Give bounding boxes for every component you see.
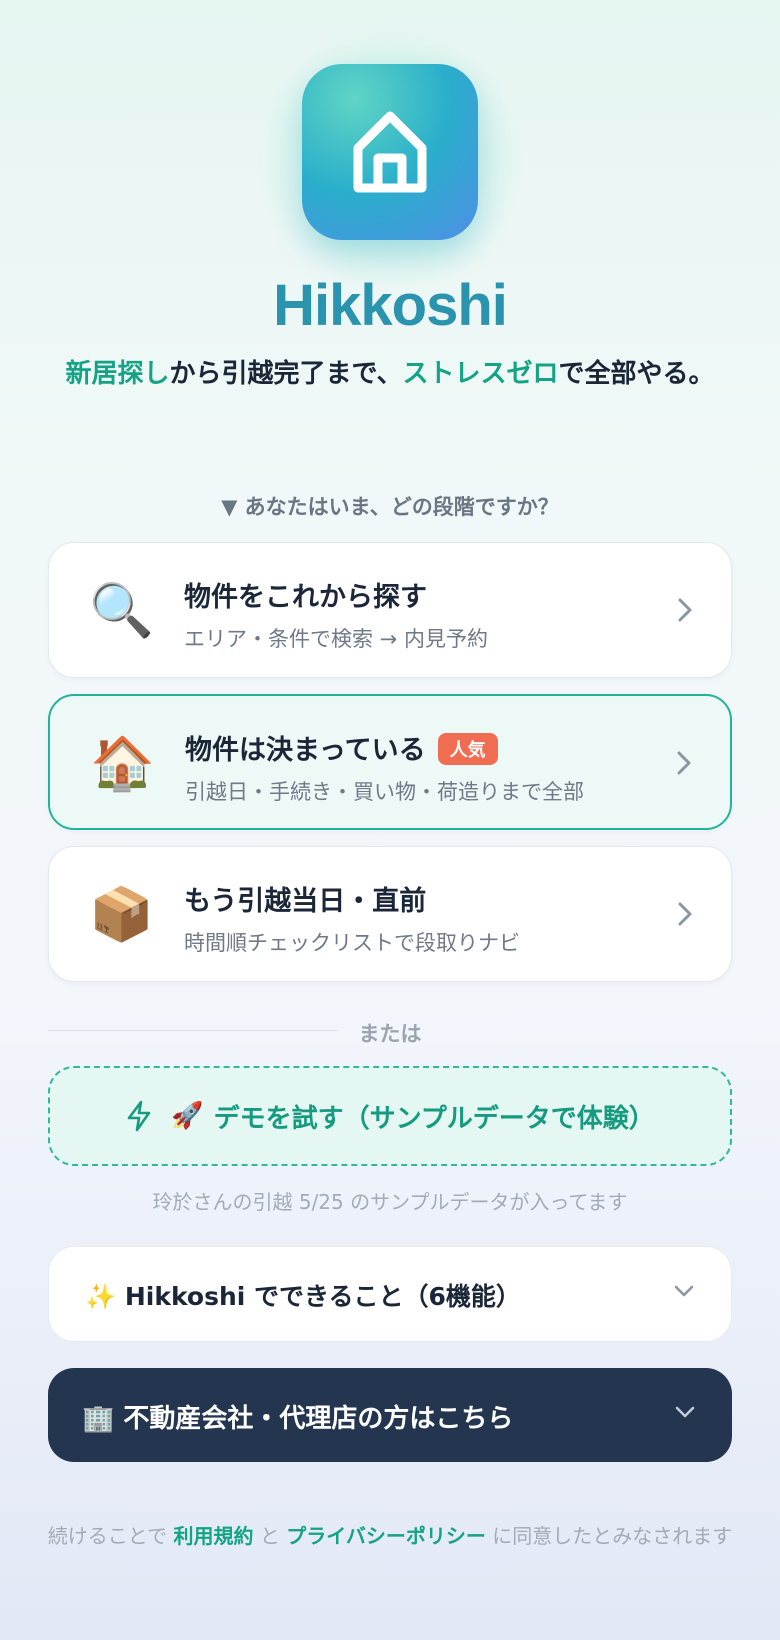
legal-notice: 続けることで 利用規約 と プライバシーポリシー に同意したとみなされます bbox=[47, 1524, 733, 1548]
house-icon: 🏠 bbox=[90, 734, 155, 794]
chevron-down-icon bbox=[674, 1285, 694, 1297]
demo-note: 玲於さんの引越 5/25 のサンプルデータが入ってます bbox=[152, 1190, 628, 1214]
chevron-right-icon bbox=[678, 902, 692, 926]
stage-title: もう引越当日・直前 bbox=[184, 886, 427, 917]
stage-title: 物件をこれから探す bbox=[184, 582, 427, 613]
stage-subtitle: 時間順チェックリストで段取りナビ bbox=[184, 931, 520, 955]
terms-link[interactable]: 利用規約 bbox=[174, 1524, 254, 1548]
agency-accordion[interactable]: 🏢 不動産会社・代理店の方はこちら bbox=[48, 1368, 732, 1462]
stage-card-moving-day[interactable]: 📦 もう引越当日・直前 時間順チェックリストで段取りナビ bbox=[48, 846, 732, 982]
popular-badge: 人気 bbox=[437, 733, 498, 765]
magnifier-icon: 🔍 bbox=[89, 581, 154, 641]
chevron-right-icon bbox=[677, 751, 691, 775]
home-icon bbox=[353, 111, 427, 193]
demo-button[interactable]: 🚀 デモを試す（サンプルデータで体験） bbox=[48, 1066, 732, 1166]
lightning-icon bbox=[125, 1100, 153, 1132]
chevron-right-icon bbox=[678, 598, 692, 622]
privacy-policy-link[interactable]: プライバシーポリシー bbox=[286, 1524, 486, 1548]
tagline: 新居探しから引越完了まで、ストレスゼロで全部やる。 bbox=[65, 359, 715, 389]
demo-label: デモを試す（サンプルデータで体験） bbox=[213, 1103, 655, 1134]
stage-card-decided[interactable]: 🏠 物件は決まっている 人気 引越日・手続き・買い物・荷造りまで全部 bbox=[48, 694, 732, 830]
rocket-icon: 🚀 bbox=[171, 1101, 204, 1131]
agency-label: 🏢 不動産会社・代理店の方はこちら bbox=[82, 1404, 514, 1434]
features-accordion[interactable]: ✨ Hikkoshi でできること（6機能） bbox=[48, 1246, 732, 1342]
stage-subtitle: エリア・条件で検索 → 内見予約 bbox=[184, 627, 488, 651]
stage-card-searching[interactable]: 🔍 物件をこれから探す エリア・条件で検索 → 内見予約 bbox=[48, 542, 732, 678]
package-icon: 📦 bbox=[89, 885, 154, 945]
app-logo bbox=[302, 64, 478, 240]
stage-subtitle: 引越日・手続き・買い物・荷造りまで全部 bbox=[185, 780, 584, 804]
stage-question: ▼ あなたはいま、どの段階ですか？ bbox=[221, 495, 559, 519]
app-name: Hikkoshi bbox=[273, 273, 508, 338]
chevron-down-icon bbox=[675, 1406, 695, 1418]
divider-label: または bbox=[358, 1022, 422, 1046]
stage-title: 物件は決まっている 人気 bbox=[185, 728, 498, 767]
features-label: ✨ Hikkoshi でできること（6機能） bbox=[85, 1282, 521, 1311]
